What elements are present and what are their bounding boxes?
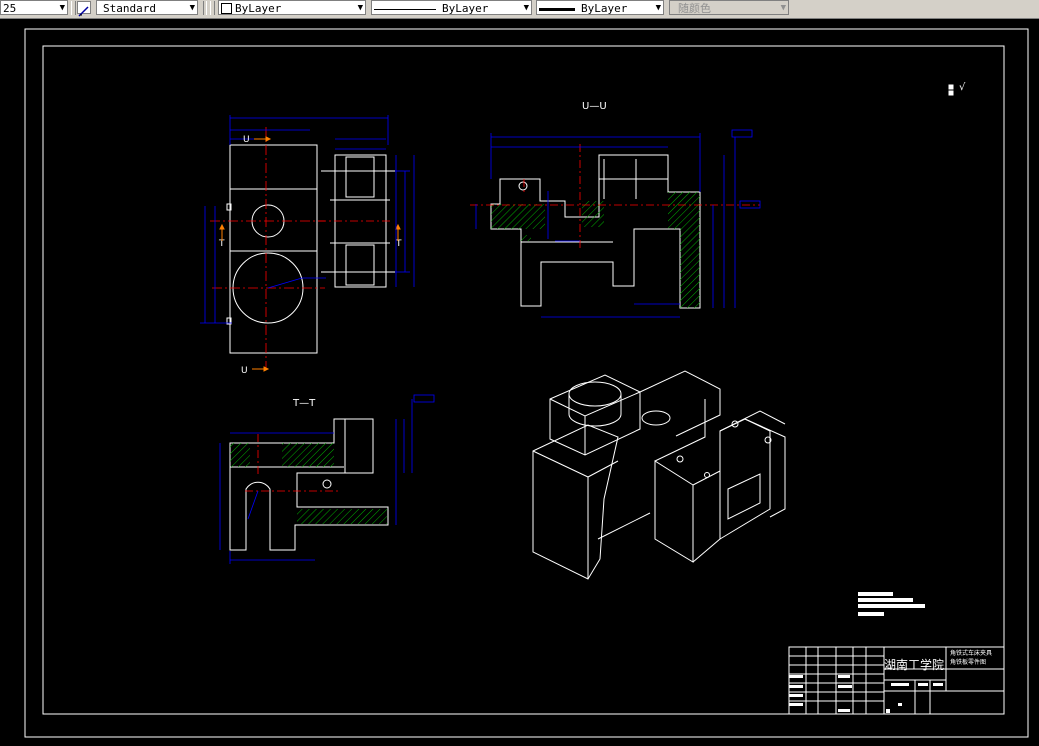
technical-notes [858, 592, 925, 616]
title-block-drawing-title-2: 角铁板零件图 [950, 659, 987, 666]
text-style-combo[interactable]: Standard ▼ [96, 0, 198, 15]
linetype-value: ByLayer [442, 2, 489, 15]
chevron-down-icon[interactable]: ▼ [190, 1, 195, 14]
title-block-school: 湖南工学院 [884, 658, 945, 672]
cut-u-top-label: U [243, 135, 250, 145]
tt-section-hatch [230, 443, 387, 524]
isometric-view [532, 370, 786, 580]
lineweight-swatch-icon [539, 7, 575, 11]
roughness-mark: √ [959, 82, 966, 93]
toolbar-separator [203, 1, 207, 15]
uu-section-centerlines [470, 144, 760, 249]
plan-dimensions [200, 115, 389, 324]
plot-style-value: 随颜色 [678, 2, 711, 15]
section-tt-label: T—T [292, 398, 316, 409]
section-uu-label: U—U [582, 101, 607, 112]
uu-section-hatch [491, 192, 700, 308]
toolbar-grip[interactable] [71, 1, 76, 15]
toolbar-grip[interactable] [210, 1, 215, 15]
properties-toolbar: 25 ▼ Standard ▼ ByLayer ▼ ByLayer ▼ ByLa… [0, 0, 1039, 19]
tt-section-outline [229, 418, 389, 551]
chevron-down-icon[interactable]: ▼ [60, 1, 65, 14]
title-block-drawing-title-1: 角铁式车床夹具 [950, 650, 993, 657]
plot-style-combo: 随颜色 ▼ [669, 0, 789, 15]
roughness-symbol [948, 84, 954, 96]
linetype-combo[interactable]: ByLayer ▼ [371, 0, 532, 15]
lineweight-combo[interactable]: ByLayer ▼ [536, 0, 664, 15]
uu-section-outline [490, 154, 701, 309]
color-swatch-icon [221, 2, 232, 14]
chevron-down-icon[interactable]: ▼ [524, 1, 529, 14]
color-combo[interactable]: ByLayer ▼ [218, 0, 366, 15]
chevron-down-icon[interactable]: ▼ [358, 1, 363, 14]
drawing-svg: U U T T U—U T—T √ [24, 28, 1029, 738]
text-style-value: Standard [103, 2, 156, 15]
chevron-down-icon[interactable]: ▼ [656, 1, 661, 14]
plan-centerlines [210, 127, 325, 369]
cut-u-bottom-label: U [241, 366, 248, 376]
plan-view [226, 144, 318, 354]
color-value: ByLayer [235, 2, 282, 15]
chevron-down-icon: ▼ [780, 3, 786, 13]
sheet-outer-border [24, 28, 1029, 738]
scale-combo[interactable]: 25 ▼ [0, 0, 68, 15]
drawing-canvas[interactable]: U U T T U—U T—T √ 湖南工学院 角铁式车床夹具 角铁板零件图 [0, 19, 1039, 742]
linetype-swatch-icon [374, 8, 436, 10]
lineweight-value: ByLayer [581, 2, 628, 15]
text-style-icon[interactable] [77, 1, 91, 17]
scale-value: 25 [3, 2, 17, 15]
cut-arrows [219, 136, 401, 372]
